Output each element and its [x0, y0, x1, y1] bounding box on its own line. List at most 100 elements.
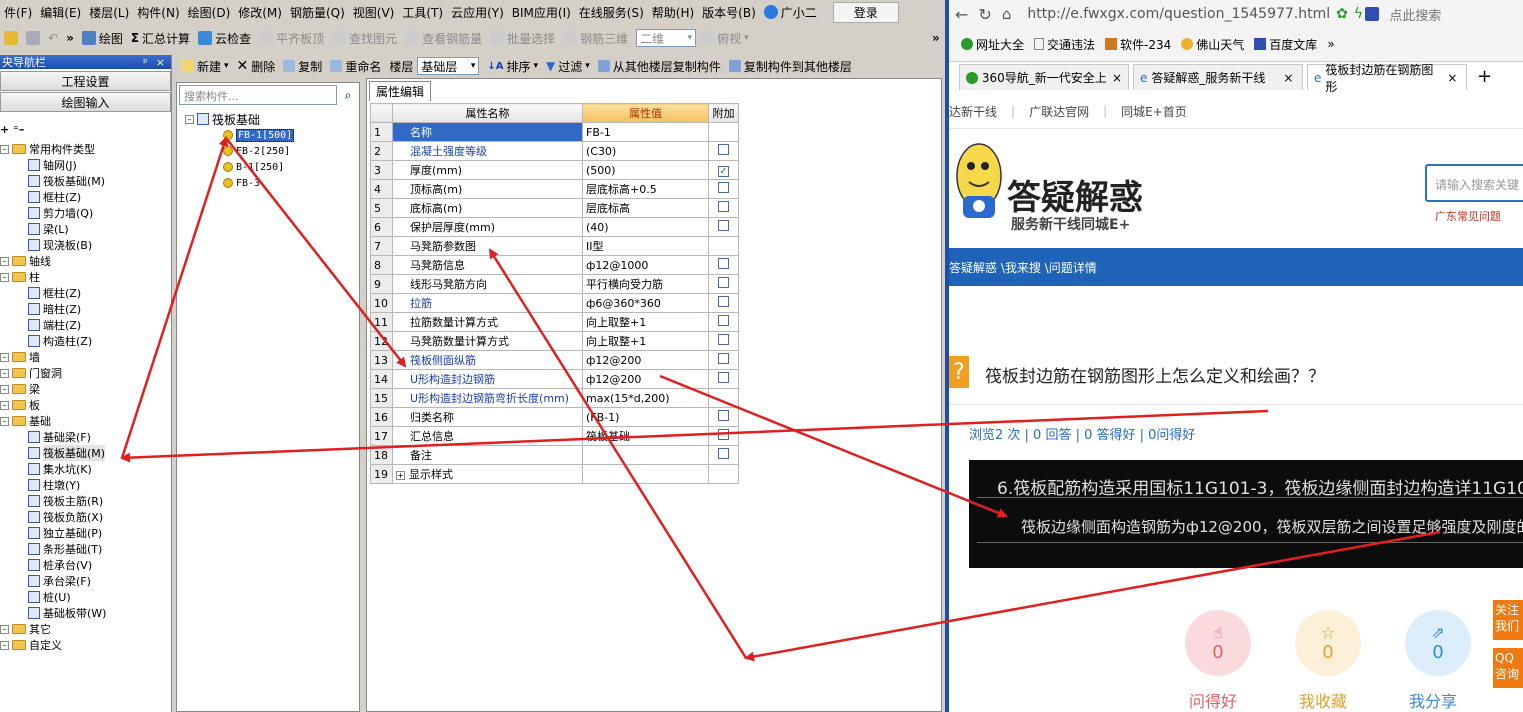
draw-button[interactable]: 绘图	[78, 30, 127, 47]
property-value-cell[interactable]: 层底标高	[582, 198, 709, 218]
filter-button[interactable]: ▼ 过滤 ▾	[542, 58, 594, 75]
menu-bim[interactable]: BIM应用(I)	[508, 4, 575, 21]
property-value-cell[interactable]: (FB-1)	[582, 407, 709, 427]
property-value-cell[interactable]: ф12@1000	[582, 255, 709, 275]
nav-folder[interactable]: – 柱	[0, 269, 40, 285]
overflow-chevron-icon[interactable]: »	[62, 31, 78, 45]
property-row[interactable]: 2 混凝土强度等级 (C30)	[370, 141, 739, 161]
component-root[interactable]: – 筏板基础	[185, 111, 260, 127]
menu-edit[interactable]: 编辑(E)	[36, 4, 85, 21]
nav-tree-item[interactable]: 承台梁(F)	[28, 573, 91, 589]
flat-top-button[interactable]: 平齐板顶	[255, 30, 328, 47]
overflow-chevron-icon[interactable]: »	[928, 31, 944, 45]
property-row[interactable]: 1 名称 FB-1	[370, 122, 739, 142]
menu-floor[interactable]: 楼层(L)	[85, 4, 133, 21]
pin-icon[interactable]: ᵖ	[143, 56, 148, 69]
tab-property-edit[interactable]: 属性编辑	[369, 81, 432, 101]
nav-tree-item[interactable]: 集水坑(K)	[28, 461, 92, 477]
extra-checkbox[interactable]	[718, 315, 729, 326]
sum-calc-button[interactable]: Σ 汇总计算	[127, 30, 194, 47]
view-rebar-button[interactable]: 查看钢筋量	[401, 30, 486, 47]
menu-guangxiaoer[interactable]: 广小二	[760, 4, 821, 21]
nav-folder[interactable]: – 常用构件类型	[0, 141, 95, 157]
new-button[interactable]: 新建 ▾	[178, 58, 233, 75]
bookmark-4[interactable]: 佛山天气	[1181, 36, 1244, 53]
extra-checkbox[interactable]	[718, 372, 729, 383]
extra-checkbox[interactable]	[718, 144, 729, 155]
search-icon[interactable]: ⌕	[339, 85, 357, 105]
close-icon[interactable]: ×	[156, 56, 165, 69]
bookmark-3[interactable]: 软件-234	[1105, 36, 1171, 53]
menu-draw[interactable]: 绘图(D)	[184, 4, 235, 21]
extra-checkbox[interactable]	[718, 429, 729, 440]
component-search-input[interactable]: 搜索构件...	[179, 85, 337, 105]
expand-icon[interactable]: –	[0, 400, 9, 410]
new-tab-button[interactable]: +	[1477, 66, 1492, 87]
property-row[interactable]: 19 + 显示样式	[370, 464, 739, 484]
nav-tree-item[interactable]: 柱墩(Y)	[28, 477, 80, 493]
component-item-fb3[interactable]: FB-3	[223, 175, 260, 191]
nav-folder[interactable]: – 自定义	[0, 637, 62, 653]
browser-tab-1[interactable]: 360导航_新一代安全上 ×	[959, 64, 1129, 90]
property-row[interactable]: 6 保护层厚度(mm) (40)	[370, 217, 739, 237]
property-row[interactable]: 5 底标高(m) 层底标高	[370, 198, 739, 218]
expand-icon[interactable]: –	[0, 272, 9, 282]
nav-tree-item[interactable]: 条形基础(T)	[28, 541, 102, 557]
collapse-icon[interactable]: –	[185, 114, 194, 124]
property-value-cell[interactable]: FB-1	[582, 122, 709, 142]
close-icon[interactable]: ×	[1112, 71, 1122, 85]
rebar-3d-button[interactable]: 钢筋三维	[559, 30, 632, 47]
property-value-cell[interactable]: (40)	[582, 217, 709, 237]
property-row[interactable]: 16 归类名称 (FB-1)	[370, 407, 739, 427]
copy-to-floor-button[interactable]: 复制构件到其他楼层	[725, 58, 856, 75]
save-button[interactable]	[22, 31, 44, 45]
menu-help[interactable]: 帮助(H)	[648, 4, 698, 21]
sort-button[interactable]: ↓A 排序 ▾	[483, 58, 542, 75]
back-icon[interactable]: ←	[955, 5, 968, 24]
breadcrumb[interactable]: 答疑解惑 \我来搜 \问题详情	[949, 259, 1097, 276]
expand-collapse-icons[interactable]: + ⁼–	[0, 123, 24, 136]
open-button[interactable]	[0, 31, 22, 45]
property-row[interactable]: 10 拉筋 ф6@360*360	[370, 293, 739, 313]
nav-folder[interactable]: – 其它	[0, 621, 51, 637]
find-element-button[interactable]: 查找图元	[328, 30, 401, 47]
browser-tab-2[interactable]: e 答疑解惑_服务新干线 ×	[1133, 64, 1303, 90]
component-item-fb2[interactable]: FB-2[250]	[223, 143, 290, 159]
property-value-cell[interactable]: II型	[582, 236, 709, 256]
nav-tree-item[interactable]: 桩承台(V)	[28, 557, 92, 573]
expand-icon[interactable]: –	[0, 384, 9, 394]
nav-tree-item[interactable]: 梁(L)	[28, 221, 69, 237]
nav-tree-item[interactable]: 剪力墙(Q)	[28, 205, 93, 221]
nav-tree-item[interactable]: 独立基础(P)	[28, 525, 102, 541]
nav-folder[interactable]: – 基础	[0, 413, 51, 429]
property-value-cell[interactable]: 层底标高+0.5	[582, 179, 709, 199]
ask-good-button[interactable]: ☝ 0	[1185, 610, 1251, 676]
browser-search-hint[interactable]: 点此搜索	[1389, 5, 1441, 24]
component-item-b1[interactable]: B-1[250]	[223, 159, 284, 175]
undo-button[interactable]: ↶	[44, 31, 62, 45]
property-row[interactable]: 15 U形构造封边钢筋弯折长度(mm) max(15*d,200)	[370, 388, 739, 408]
component-item-fb1[interactable]: FB-1[500]	[223, 127, 295, 143]
nav-folder[interactable]: – 墙	[0, 349, 40, 365]
browser-tab-3-active[interactable]: e 筏板封边筋在钢筋图形 ×	[1307, 63, 1467, 94]
property-row[interactable]: 14 U形构造封边钢筋 ф12@200	[370, 369, 739, 389]
menu-modify[interactable]: 修改(M)	[234, 4, 286, 21]
extra-checkbox[interactable]	[718, 296, 729, 307]
nav-tree-item[interactable]: 暗柱(Z)	[28, 301, 81, 317]
share-button[interactable]: ⇗ 0	[1405, 610, 1471, 676]
nav-tree-item[interactable]: 筏板主筋(R)	[28, 493, 103, 509]
nav-tree-item[interactable]: 筏板基础(M)	[28, 445, 106, 461]
property-value-cell[interactable]: 向上取整+1	[582, 312, 709, 332]
copy-button[interactable]: 复制	[279, 58, 326, 75]
extra-checkbox[interactable]	[718, 220, 729, 231]
nav-tree-item[interactable]: 基础梁(F)	[28, 429, 91, 445]
nav-tree-item[interactable]: 现浇板(B)	[28, 237, 92, 253]
bookmark-5[interactable]: 百度文库	[1254, 36, 1317, 53]
delete-button[interactable]: ✕ 删除	[233, 58, 280, 75]
menu-rebar-qty[interactable]: 钢筋量(Q)	[286, 4, 349, 21]
qq-consult-button[interactable]: QQ咨询	[1493, 648, 1523, 688]
expand-icon[interactable]: –	[0, 416, 9, 426]
expand-icon[interactable]: –	[0, 624, 9, 634]
property-value-cell[interactable]: 平行横向受力筋	[582, 274, 709, 294]
property-row[interactable]: 3 厚度(mm) (500) ✓	[370, 160, 739, 180]
